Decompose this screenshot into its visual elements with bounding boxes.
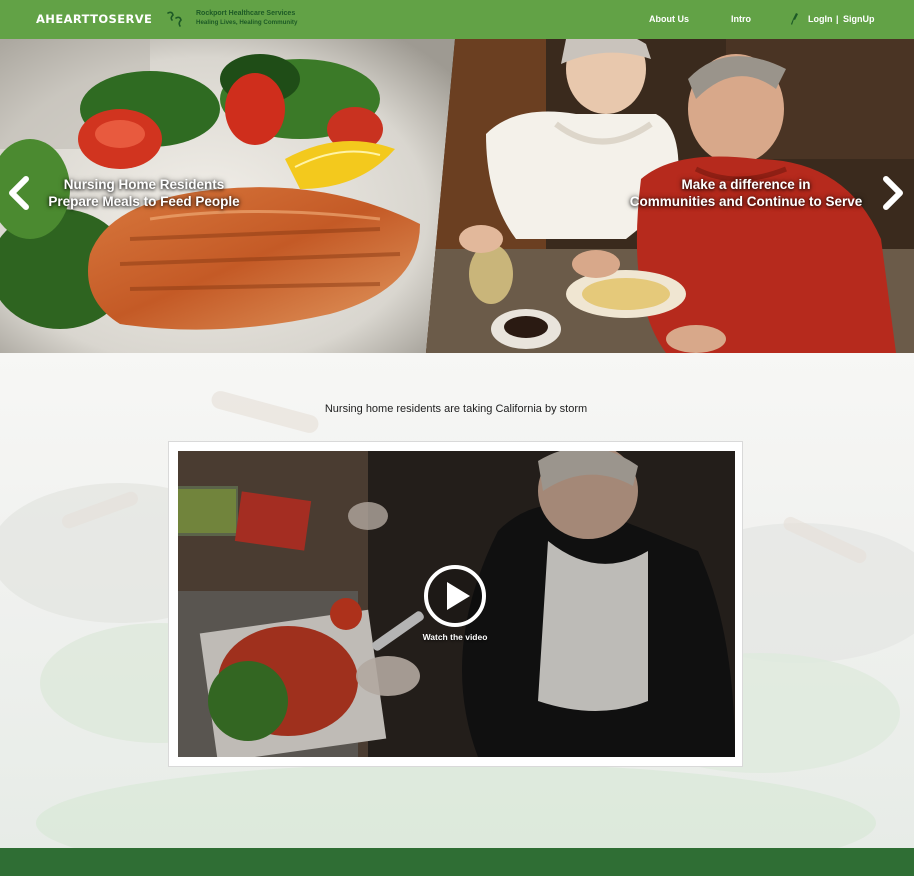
auth-separator: | (836, 14, 839, 24)
section-tagline: Nursing home residents are taking Califo… (324, 403, 588, 415)
slide-caption-left: Nursing Home Residents Prepare Meals to … (38, 176, 250, 210)
partner-tagline: Healing Lives, Healing Community (196, 19, 298, 26)
caption-left-line2: Prepare Meals to Feed People (48, 194, 240, 209)
rockport-logo-icon (167, 11, 182, 27)
partner-name: Rockport Healthcare Services (196, 10, 296, 17)
chevron-left-icon[interactable] (4, 174, 34, 212)
footer-band (0, 848, 914, 876)
video-player[interactable]: Watch the video (178, 451, 735, 757)
signup-link[interactable]: SignUp (843, 14, 875, 24)
main-section: Nursing home residents are taking Califo… (0, 353, 914, 848)
brand-logo[interactable]: AHEARTTOSERVE (36, 12, 152, 26)
login-link[interactable]: LogIn (808, 14, 833, 24)
slide-caption-right: Make a difference in Communities and Con… (620, 176, 872, 210)
nav-intro[interactable]: Intro (731, 14, 751, 24)
caption-right-line1: Make a difference in (681, 177, 811, 192)
video-card: Watch the video (168, 441, 743, 767)
caption-left-line1: Nursing Home Residents (63, 177, 225, 192)
hero-carousel: Nursing Home Residents Prepare Meals to … (0, 39, 914, 353)
key-icon (791, 13, 798, 25)
chevron-right-icon[interactable] (878, 174, 908, 212)
top-navbar: AHEARTTOSERVE Rockport Healthcare Servic… (0, 0, 914, 39)
watch-video-label[interactable]: Watch the video (378, 632, 532, 642)
caption-right-line2: Communities and Continue to Serve (629, 194, 863, 209)
play-icon[interactable] (422, 563, 488, 629)
nav-about-us[interactable]: About Us (649, 14, 689, 24)
